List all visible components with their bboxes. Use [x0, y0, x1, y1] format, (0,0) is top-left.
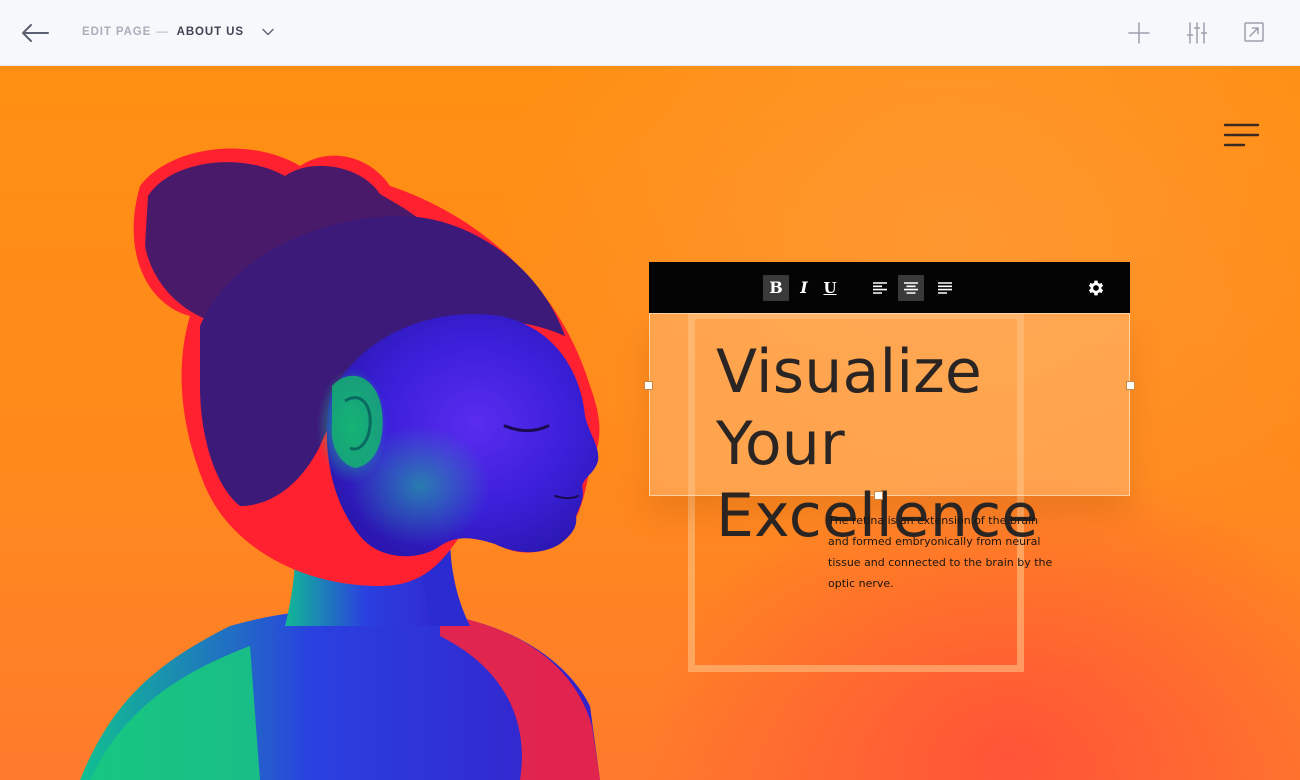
text-settings-button[interactable]: [1083, 275, 1109, 301]
current-page-name[interactable]: ABOUT US: [177, 26, 244, 38]
headline-line-1: Visualize Your: [716, 337, 982, 479]
align-left-button[interactable]: [867, 275, 893, 301]
text-format-toolbar: B I U: [649, 262, 1130, 313]
external-link-icon: [1244, 22, 1264, 42]
resize-handle-bottom[interactable]: [874, 491, 883, 500]
bold-icon: B: [769, 278, 783, 297]
plus-icon: [1128, 22, 1150, 44]
align-left-icon: [873, 282, 887, 294]
breadcrumb-prefix: EDIT PAGE: [82, 26, 152, 38]
settings-sliders-button[interactable]: [1182, 18, 1212, 48]
sliders-icon: [1186, 22, 1208, 44]
back-button[interactable]: [18, 18, 52, 48]
preview-button[interactable]: [1239, 18, 1269, 48]
hero-portrait-image: [80, 148, 600, 780]
bold-button[interactable]: B: [763, 275, 789, 301]
arrow-left-icon: [22, 24, 49, 42]
resize-handle-left[interactable]: [644, 381, 653, 390]
align-center-button[interactable]: [898, 275, 924, 301]
body-paragraph[interactable]: The retina is an extension of the brain …: [828, 510, 1058, 594]
italic-icon: I: [800, 278, 808, 297]
underline-button[interactable]: U: [817, 275, 843, 301]
gear-icon: [1088, 280, 1104, 296]
editor-topbar: EDIT PAGE — ABOUT US: [0, 0, 1300, 66]
breadcrumb: EDIT PAGE — ABOUT US: [82, 26, 274, 38]
italic-button[interactable]: I: [791, 275, 817, 301]
align-justify-button[interactable]: [932, 275, 958, 301]
align-center-icon: [904, 282, 918, 294]
chevron-down-icon[interactable]: [262, 28, 274, 36]
underline-icon: U: [823, 279, 837, 297]
add-element-button[interactable]: [1124, 18, 1154, 48]
hamburger-menu-icon[interactable]: [1222, 122, 1260, 150]
align-justify-icon: [938, 282, 952, 294]
breadcrumb-separator: —: [156, 26, 169, 38]
resize-handle-right[interactable]: [1126, 381, 1135, 390]
page-canvas: Visualize Your Excellence B I U The reti…: [0, 66, 1300, 780]
